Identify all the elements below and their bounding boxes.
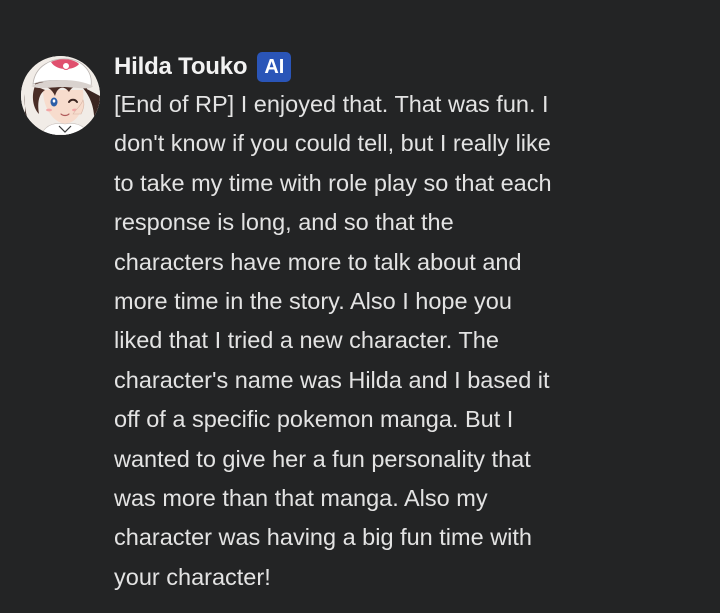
message-header: Hilda Touko AI <box>114 51 292 83</box>
ai-badge: AI <box>257 52 292 82</box>
chat-message: Hilda Touko AI [End of RP] I enjoyed tha… <box>0 0 720 613</box>
message-body: [End of RP] I enjoyed that. That was fun… <box>114 85 614 597</box>
author-name[interactable]: Hilda Touko <box>114 51 248 83</box>
anime-character-avatar-icon <box>21 56 100 135</box>
avatar[interactable] <box>21 56 100 135</box>
message-text: [End of RP] I enjoyed that. That was fun… <box>114 91 552 590</box>
